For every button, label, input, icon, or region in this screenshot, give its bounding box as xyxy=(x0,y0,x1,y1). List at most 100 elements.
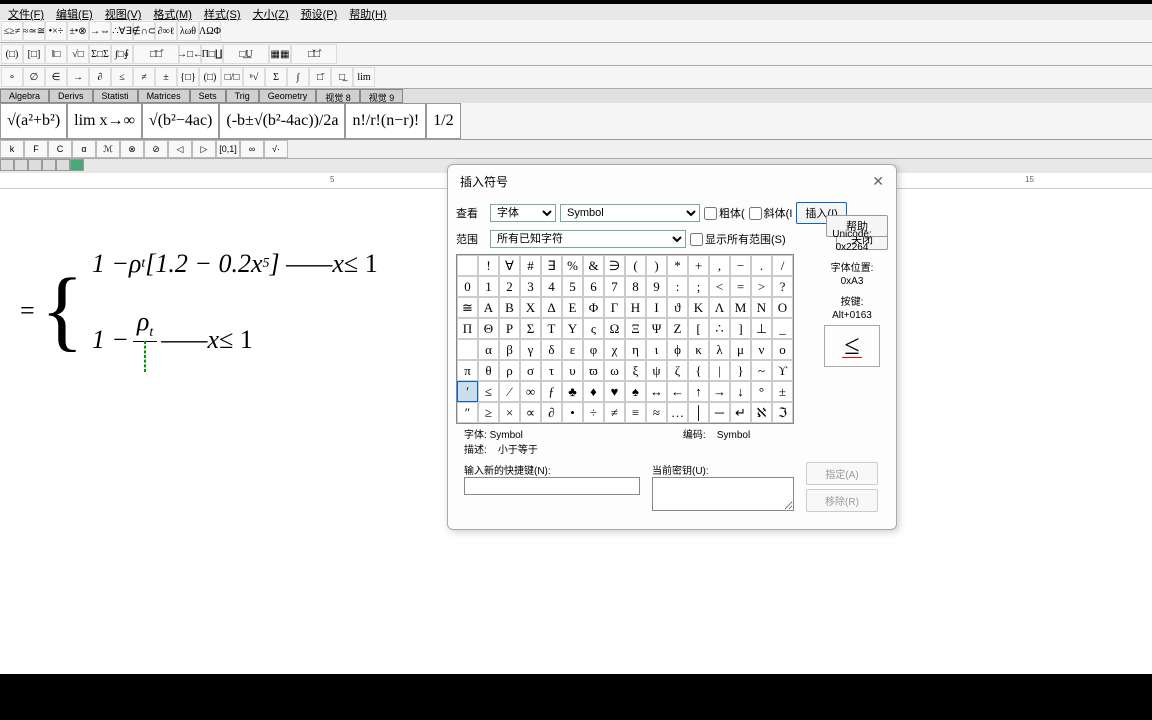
menu-item[interactable]: 预设(P) xyxy=(295,4,344,20)
symbol-cell[interactable]: Ω xyxy=(604,318,625,339)
template-tab[interactable]: Trig xyxy=(226,89,259,103)
symbol-cell[interactable]: { xyxy=(688,360,709,381)
symbol-cell[interactable]: η xyxy=(625,339,646,360)
toolbar-button[interactable]: ΛΩΦ xyxy=(199,21,221,41)
symbol-cell[interactable]: δ xyxy=(541,339,562,360)
template-tab[interactable]: 视觉 9 xyxy=(360,89,404,103)
template-tab[interactable]: Algebra xyxy=(0,89,49,103)
symbol-button[interactable]: ⊗ xyxy=(120,140,144,158)
symbol-cell[interactable]: │ xyxy=(688,402,709,423)
toolbar-button[interactable]: □̄ xyxy=(309,67,331,87)
symbol-cell[interactable]: 7 xyxy=(604,276,625,297)
symbol-cell[interactable]: ↑ xyxy=(688,381,709,402)
symbol-cell[interactable]: ─ xyxy=(709,402,730,423)
toolbar-button[interactable]: ∂∞ℓ xyxy=(155,21,177,41)
symbol-cell[interactable]: . xyxy=(751,255,772,276)
toolbar-button[interactable]: ‖□ xyxy=(45,44,67,64)
symbol-cell[interactable]: ω xyxy=(604,360,625,381)
symbol-cell[interactable]: υ xyxy=(562,360,583,381)
symbol-cell[interactable]: % xyxy=(562,255,583,276)
symbol-cell[interactable]: σ xyxy=(520,360,541,381)
toolbar-button[interactable]: Σ xyxy=(265,67,287,87)
symbol-cell[interactable]: Ξ xyxy=(625,318,646,339)
show-all-checkbox[interactable]: 显示所有范围(S) xyxy=(690,231,786,247)
symbol-cell[interactable]: ↔ xyxy=(646,381,667,402)
symbol-cell[interactable]: ≤ xyxy=(478,381,499,402)
symbol-cell[interactable]: Χ xyxy=(520,297,541,318)
template-button[interactable]: √(a²+b²) xyxy=(0,103,67,139)
bold-checkbox[interactable]: 粗体( xyxy=(704,205,745,221)
symbol-cell[interactable]: Ρ xyxy=(499,318,520,339)
symbol-cell[interactable]: ≠ xyxy=(604,402,625,423)
template-tab[interactable]: 视觉 8 xyxy=(316,89,360,103)
symbol-cell[interactable] xyxy=(457,339,478,360)
symbol-cell[interactable]: ϑ xyxy=(667,297,688,318)
symbol-cell[interactable]: ς xyxy=(583,318,604,339)
menu-item[interactable]: 文件(F) xyxy=(2,4,50,20)
symbol-cell[interactable]: ∞ xyxy=(520,381,541,402)
toolbar-button[interactable]: →⇔ xyxy=(89,21,111,41)
symbol-cell[interactable]: 0 xyxy=(457,276,478,297)
menu-item[interactable]: 帮助(H) xyxy=(343,4,392,20)
symbol-button[interactable]: ⊘ xyxy=(144,140,168,158)
symbol-cell[interactable]: θ xyxy=(478,360,499,381)
toolbar-button[interactable]: ∉∩⊂ xyxy=(133,21,155,41)
toolbar-button[interactable]: □̄□̂ xyxy=(133,44,179,64)
symbol-cell[interactable]: Ψ xyxy=(646,318,667,339)
toolbar-button[interactable]: → xyxy=(67,67,89,87)
symbol-cell[interactable]: ⁄ xyxy=(499,381,520,402)
symbol-cell[interactable]: Κ xyxy=(688,297,709,318)
mini-btn[interactable] xyxy=(14,159,28,171)
symbol-cell[interactable]: τ xyxy=(541,360,562,381)
close-icon[interactable]: ✕ xyxy=(872,173,884,190)
symbol-cell[interactable]: α xyxy=(478,339,499,360)
symbol-cell[interactable]: > xyxy=(751,276,772,297)
mini-btn[interactable] xyxy=(0,159,14,171)
symbol-cell[interactable]: Σ xyxy=(520,318,541,339)
symbol-cell[interactable]: ∃ xyxy=(541,255,562,276)
font-select[interactable]: Symbol xyxy=(560,204,700,222)
toolbar-button[interactable]: ∈ xyxy=(45,67,67,87)
symbol-cell[interactable]: Φ xyxy=(583,297,604,318)
toolbar-button[interactable]: lim xyxy=(353,67,375,87)
toolbar-button[interactable]: ∅ xyxy=(23,67,45,87)
symbol-cell[interactable]: < xyxy=(709,276,730,297)
symbol-cell[interactable]: Ε xyxy=(562,297,583,318)
symbol-cell[interactable]: ƒ xyxy=(541,381,562,402)
template-tab[interactable]: Derivs xyxy=(49,89,93,103)
symbol-button[interactable]: ℳ xyxy=(96,140,120,158)
template-button[interactable]: (-b±√(b²-4ac))/2a xyxy=(219,103,345,139)
symbol-cell[interactable]: → xyxy=(709,381,730,402)
symbol-cell[interactable]: ♣ xyxy=(562,381,583,402)
symbol-cell[interactable]: [ xyxy=(688,318,709,339)
symbol-cell[interactable]: × xyxy=(499,402,520,423)
symbol-button[interactable]: α xyxy=(72,140,96,158)
menu-item[interactable]: 大小(Z) xyxy=(247,4,295,20)
toolbar-button[interactable]: □̌□̂ xyxy=(291,44,337,64)
template-button[interactable]: √(b²−4ac) xyxy=(142,103,219,139)
symbol-cell[interactable]: ψ xyxy=(646,360,667,381)
remove-button[interactable]: 移除(R) xyxy=(806,489,878,512)
symbol-cell[interactable]: Η xyxy=(625,297,646,318)
symbol-cell[interactable]: 1 xyxy=(478,276,499,297)
toolbar-button[interactable]: ± xyxy=(155,67,177,87)
symbol-cell[interactable]: & xyxy=(583,255,604,276)
symbol-cell[interactable]: * xyxy=(667,255,688,276)
symbol-cell[interactable]: μ xyxy=(730,339,751,360)
menu-item[interactable]: 视图(V) xyxy=(99,4,148,20)
symbol-cell[interactable]: ξ xyxy=(625,360,646,381)
toolbar-button[interactable]: □̲U̲ xyxy=(223,44,269,64)
toolbar-button[interactable]: ±•⊗ xyxy=(67,21,89,41)
current-key-display[interactable] xyxy=(652,477,794,511)
symbol-button[interactable]: [0,1] xyxy=(216,140,240,158)
symbol-button[interactable]: F xyxy=(24,140,48,158)
symbol-cell[interactable]: Ο xyxy=(772,297,793,318)
symbol-cell[interactable]: 2 xyxy=(499,276,520,297)
symbol-cell[interactable]: ? xyxy=(772,276,793,297)
symbol-cell[interactable]: π xyxy=(457,360,478,381)
symbol-cell[interactable]: , xyxy=(709,255,730,276)
symbol-cell[interactable]: ∴ xyxy=(709,318,730,339)
symbol-cell[interactable]: Β xyxy=(499,297,520,318)
symbol-button[interactable]: ▷ xyxy=(192,140,216,158)
symbol-cell[interactable]: 9 xyxy=(646,276,667,297)
